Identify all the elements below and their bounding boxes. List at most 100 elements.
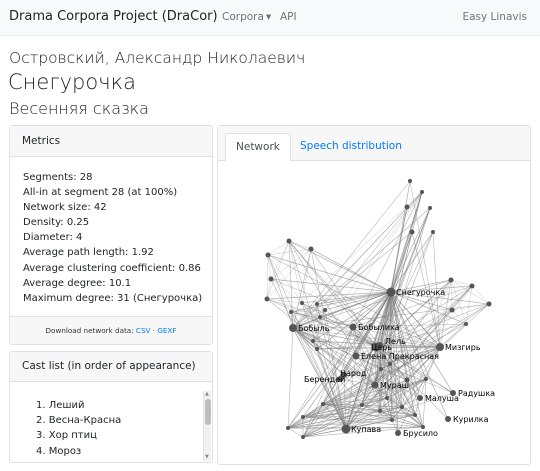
graph-node[interactable] bbox=[315, 302, 319, 306]
graph-edge bbox=[288, 240, 294, 329]
graph-edge bbox=[270, 278, 392, 293]
graph-node[interactable] bbox=[265, 252, 271, 258]
node-label: Бобыль bbox=[298, 324, 330, 333]
graph-node[interactable] bbox=[486, 301, 492, 307]
tab-speech-distribution[interactable]: Speech distribution bbox=[290, 133, 412, 162]
graph-edge bbox=[406, 285, 473, 381]
graph-node[interactable] bbox=[431, 230, 435, 234]
graph-node[interactable] bbox=[449, 307, 455, 313]
graph-node[interactable] bbox=[428, 206, 432, 210]
metric-all-in: All-in at segment 28 (at 100%) bbox=[23, 187, 178, 199]
easy-linavis-link[interactable]: Easy Linavis bbox=[462, 11, 527, 23]
node-label: Снегурочка bbox=[396, 288, 445, 297]
graph-node[interactable] bbox=[321, 402, 325, 406]
graph-edge bbox=[345, 207, 431, 430]
graph-node[interactable] bbox=[436, 343, 444, 351]
graph-node[interactable] bbox=[301, 435, 305, 439]
graph-node[interactable] bbox=[341, 424, 351, 434]
node-label: Мураш bbox=[380, 381, 409, 390]
graph-node[interactable] bbox=[308, 246, 314, 252]
corpora-dropdown[interactable]: Corpora ▼ bbox=[222, 11, 271, 23]
graph-node[interactable] bbox=[386, 287, 396, 297]
graph-edge bbox=[270, 278, 303, 304]
graph-node[interactable] bbox=[349, 323, 357, 331]
graph-node[interactable] bbox=[315, 347, 319, 351]
corpora-label: Corpora bbox=[222, 11, 264, 23]
node-label: Мизгирь bbox=[445, 343, 481, 352]
metric-max-degree: Maximum degree: 31 (Снегурочка) bbox=[23, 292, 203, 304]
graph-node[interactable] bbox=[289, 310, 293, 314]
graph-node[interactable] bbox=[409, 229, 415, 235]
network-card: Network Speech distribution Снегурочка Бо… bbox=[217, 125, 531, 465]
graph-node[interactable] bbox=[352, 352, 360, 360]
graph-node[interactable] bbox=[408, 179, 412, 183]
graph-node[interactable] bbox=[390, 418, 394, 422]
graph-node[interactable] bbox=[318, 315, 322, 319]
graph-edge bbox=[287, 327, 294, 429]
node-label: Брусило bbox=[403, 429, 438, 438]
graph-node[interactable] bbox=[448, 277, 454, 283]
download-footer: Download network data: CSV · GEXF bbox=[10, 316, 212, 344]
graph-node[interactable] bbox=[286, 426, 290, 430]
cast-card: Cast list (in order of appearance) 1. Ле… bbox=[9, 351, 213, 463]
metric-density: Density: 0.25 bbox=[23, 217, 90, 229]
tab-network[interactable]: Network bbox=[225, 133, 291, 162]
metric-avg-path-length: Average path length: 1.92 bbox=[23, 247, 154, 259]
top-navbar: Drama Corpora Project (DraCor) Corpora ▼ … bbox=[0, 0, 540, 36]
graph-edge bbox=[287, 427, 304, 438]
graph-node[interactable] bbox=[388, 362, 392, 366]
network-graph[interactable]: СнегурочкаБобыль БобылихаЛельЦарь МизгирьЕ… bbox=[218, 162, 530, 464]
metric-avg-degree: Average degree: 10.1 bbox=[23, 277, 132, 289]
graph-edge bbox=[301, 291, 392, 304]
graph-node[interactable] bbox=[413, 413, 417, 417]
graph-node[interactable] bbox=[424, 377, 428, 381]
graph-node[interactable] bbox=[360, 403, 364, 407]
download-separator: · bbox=[152, 326, 156, 335]
cast-item: 4. Мороз bbox=[36, 445, 82, 457]
node-label: Радушка bbox=[458, 389, 495, 398]
graph-node[interactable] bbox=[404, 204, 410, 210]
cast-item: 2. Весна-Красна bbox=[36, 415, 122, 427]
graph-node[interactable] bbox=[301, 415, 305, 419]
cast-list: 1. Леший 2. Весна-Красна 3. Хор птиц 4. … bbox=[36, 398, 121, 459]
graph-edge bbox=[266, 254, 269, 300]
graph-edge bbox=[409, 180, 441, 348]
graph-node[interactable] bbox=[264, 296, 270, 302]
graph-node[interactable] bbox=[311, 339, 315, 343]
metrics-header: Metrics bbox=[10, 126, 212, 157]
graph-node[interactable] bbox=[289, 324, 297, 332]
node-label: Царь bbox=[371, 343, 392, 352]
scroll-up-icon[interactable]: ▲ bbox=[205, 392, 209, 397]
play-subtitle: Весенняя сказка bbox=[9, 99, 149, 118]
graph-node[interactable] bbox=[464, 322, 468, 326]
graph-node[interactable] bbox=[268, 276, 274, 282]
download-label: Download network data: bbox=[45, 326, 134, 335]
graph-node[interactable] bbox=[371, 381, 379, 389]
graph-node[interactable] bbox=[469, 283, 475, 289]
brand-link[interactable]: Drama Corpora Project (DraCor) bbox=[9, 9, 218, 24]
graph-node[interactable] bbox=[286, 238, 292, 244]
graph-node[interactable] bbox=[385, 396, 389, 400]
cast-item: 1. Леший bbox=[36, 400, 85, 411]
graph-node[interactable] bbox=[395, 430, 401, 436]
graph-node[interactable] bbox=[323, 308, 327, 312]
metrics-list: Segments: 28 All-in at segment 28 (at 10… bbox=[23, 170, 202, 306]
graph-edge bbox=[267, 254, 392, 293]
graph-node[interactable] bbox=[445, 416, 451, 422]
gexf-download-link[interactable]: GEXF bbox=[157, 326, 176, 335]
scroll-thumb[interactable] bbox=[205, 399, 211, 425]
metric-diameter: Diameter: 4 bbox=[23, 232, 83, 244]
scroll-down-icon[interactable]: ▼ bbox=[205, 455, 209, 460]
graph-node[interactable] bbox=[379, 367, 383, 371]
metrics-card: Metrics Segments: 28 All-in at segment 2… bbox=[9, 125, 213, 345]
graph-node[interactable] bbox=[378, 409, 382, 413]
graph-node[interactable] bbox=[420, 190, 424, 194]
cast-scrollbar[interactable]: ▲ ▼ bbox=[203, 391, 211, 461]
graph-node[interactable] bbox=[417, 395, 423, 401]
api-link[interactable]: API bbox=[280, 11, 297, 23]
csv-download-link[interactable]: CSV bbox=[136, 326, 151, 335]
node-label: Купава bbox=[351, 425, 381, 434]
play-title: Снегурочка bbox=[8, 70, 136, 94]
graph-node[interactable] bbox=[300, 301, 304, 305]
graph-node[interactable] bbox=[400, 405, 404, 409]
